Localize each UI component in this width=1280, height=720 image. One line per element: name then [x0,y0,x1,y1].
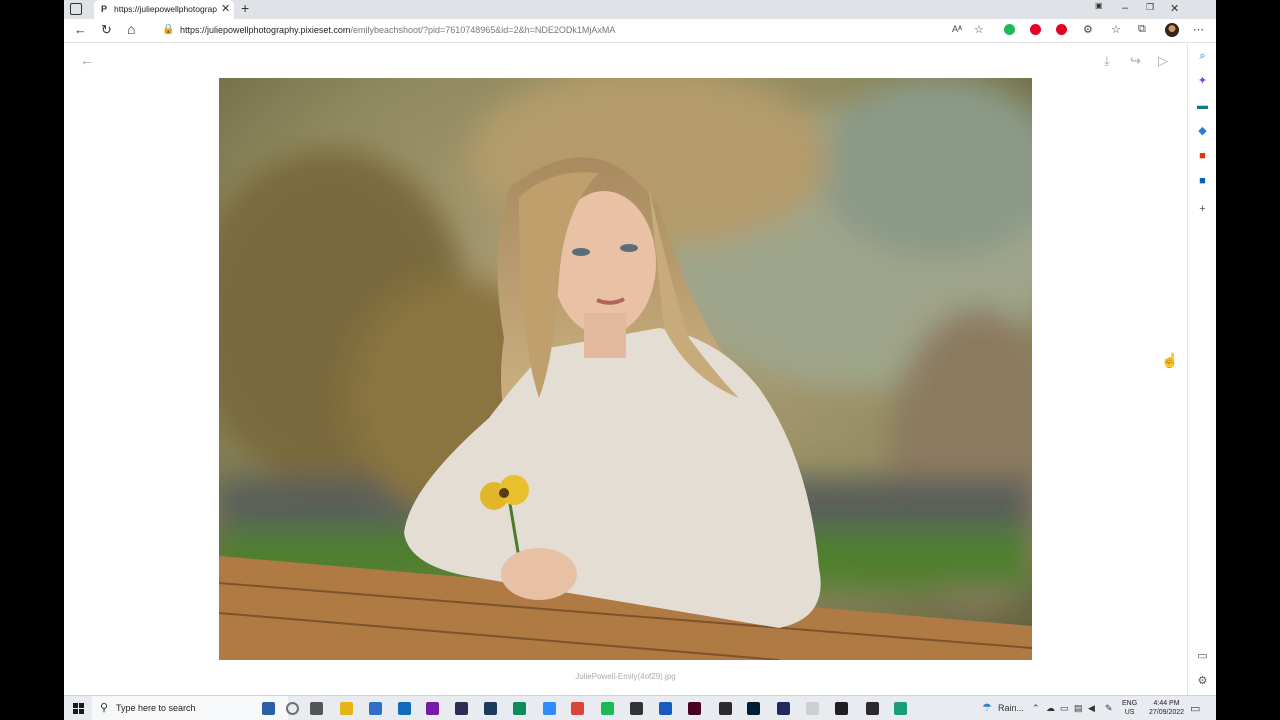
search-placeholder: Type here to search [116,703,196,713]
drive-app-icon[interactable] [835,702,848,715]
vpn-app-icon[interactable] [894,702,907,715]
grammarly-extension-icon[interactable] [1004,24,1015,35]
avatar[interactable] [1165,23,1179,37]
tab-title: https://juliepowellphotography.pixieset.… [114,4,217,14]
search-icon: ⚲ [100,702,109,714]
office-icon[interactable]: ■ [1197,151,1208,162]
share-icon[interactable]: ↪ [1130,53,1141,69]
taskview-grid-icon[interactable] [310,702,323,715]
bridge-app-icon[interactable] [719,702,732,715]
refresh-button[interactable]: ↻ [101,22,112,38]
favorites-icon[interactable]: ☆ [1111,23,1121,36]
add-icon[interactable]: + [1197,204,1208,215]
lightroom-classic-app-icon[interactable] [455,702,468,715]
close-icon[interactable]: ✕ [221,2,230,15]
cloud-icon[interactable]: ☁ [1046,703,1055,714]
network-icon[interactable]: ▤ [1074,703,1083,714]
workspaces-icon[interactable]: ▣ [1095,1,1103,10]
extensions-icon[interactable]: ⚙ [1083,23,1093,36]
capture-app-icon[interactable] [484,702,497,715]
gallery-photo[interactable] [219,78,1032,660]
lock-icon[interactable]: 🔒 [162,24,174,35]
indesign-app-icon[interactable] [688,702,701,715]
hand-cursor-icon: ☝ [1161,352,1179,368]
gimp-app-icon[interactable] [866,702,879,715]
pinterest-extension-icon[interactable] [1030,24,1041,35]
onenote-app-icon[interactable] [426,702,439,715]
sidebar-toggle-icon[interactable]: ▭ [1197,651,1208,662]
read-aloud-icon[interactable]: Aᴬ [952,24,962,34]
chevron-up-icon[interactable]: ⌃ [1032,703,1040,714]
download-icon[interactable]: ⤓ [1104,53,1110,69]
navigation-bar: ← ↻ ⌂ 🔒 https://juliepowellphotography.p… [64,19,1216,43]
language-indicator[interactable]: ENG US [1122,699,1137,717]
browser-window: P https://juliepowellphotography.pixiese… [64,0,1216,720]
file-explorer-icon[interactable] [340,702,353,715]
minimize-button[interactable]: – [1122,2,1128,14]
word-app-icon[interactable] [659,702,672,715]
window-close-button[interactable]: ✕ [1170,2,1179,15]
outlook-icon[interactable]: ■ [1197,176,1208,187]
info-app-icon[interactable] [777,702,790,715]
volume-icon[interactable]: ◀ [1088,703,1095,714]
home-button[interactable]: ⌂ [127,21,135,37]
gallery-back-button[interactable]: ← [80,52,94,68]
taskbar-search[interactable]: ⚲ Type here to search [92,696,288,720]
cortana-icon[interactable] [262,702,275,715]
zoom-app-icon[interactable] [543,702,556,715]
notification-icon[interactable]: ▭ [1190,702,1200,715]
back-button[interactable]: ← [74,22,87,37]
url-path: /emilybeachshoot/?pid=7610748965&id=2&h=… [350,25,616,35]
more-icon[interactable]: ⋯ [1193,23,1204,36]
tab-strip: P https://juliepowellphotography.pixiese… [64,0,1216,19]
files-icon[interactable] [369,702,382,715]
photoshop-app-icon[interactable] [747,702,760,715]
lang-region: US [1124,709,1135,716]
browser-tab[interactable]: P https://juliepowellphotography.pixiese… [94,0,234,19]
battery-icon[interactable]: ▭ [1060,703,1069,714]
search-icon[interactable]: ⌕ [1197,51,1208,62]
briefcase-icon[interactable]: ▬ [1197,101,1208,112]
media-app-icon[interactable] [806,702,819,715]
lang-primary: ENG [1122,700,1138,707]
url-host: https://juliepowellphotography.pixieset.… [180,25,351,35]
games-icon[interactable]: ◆ [1197,126,1208,137]
new-tab-button[interactable]: + [241,0,249,16]
slideshow-play-icon[interactable]: ▷ [1158,53,1168,69]
settings-icon[interactable]: ⚙ [1197,676,1208,687]
favorite-add-icon[interactable]: ☆ [974,23,984,36]
clock-date: 27/09/2022 [1149,709,1185,716]
pen-icon[interactable]: ✎ [1105,703,1113,714]
obs-app-icon[interactable] [630,702,643,715]
photo-viewer: ← ⤓ ↪ ▷ JuliePowell-Emily(4of29).jpg ☝ [64,43,1187,695]
clock[interactable]: 4:44 PM 27/09/2022 [1149,699,1184,717]
portrait-photo-illustration [219,78,1032,660]
clock-time: 4:44 PM [1153,700,1180,707]
edge-sidebar: ⌕ ✦ ▬ ◆ ■ ■ + ▭ ⚙ [1187,43,1216,695]
copilot-icon[interactable]: ✦ [1197,76,1208,87]
favicon-icon: P [101,4,108,14]
weather-icon[interactable]: ☂ [982,701,992,714]
collections-icon[interactable]: ⧉ [1138,23,1146,36]
task-view-icon[interactable] [286,702,299,715]
edge-app-icon[interactable] [513,702,526,715]
tab-actions-icon[interactable] [70,3,82,15]
spotify-app-icon[interactable] [601,702,614,715]
start-button[interactable] [73,703,84,714]
outlook-app-icon[interactable] [398,702,411,715]
pinterest-save-extension-icon[interactable] [1056,24,1067,35]
weather-text[interactable]: Rain... [998,703,1024,713]
chrome-app-icon[interactable] [571,702,584,715]
windows-taskbar: ⚲ Type here to search ☂ Rain... ⌃ ☁ ▭ ▤ … [64,695,1216,720]
restore-button[interactable]: ❐ [1146,2,1154,13]
photo-filename: JuliePowell-Emily(4of29).jpg [575,672,676,681]
url-text[interactable]: https://juliepowellphotography.pixieset.… [180,25,615,35]
address-bar[interactable]: 🔒 https://juliepowellphotography.pixiese… [156,22,936,40]
